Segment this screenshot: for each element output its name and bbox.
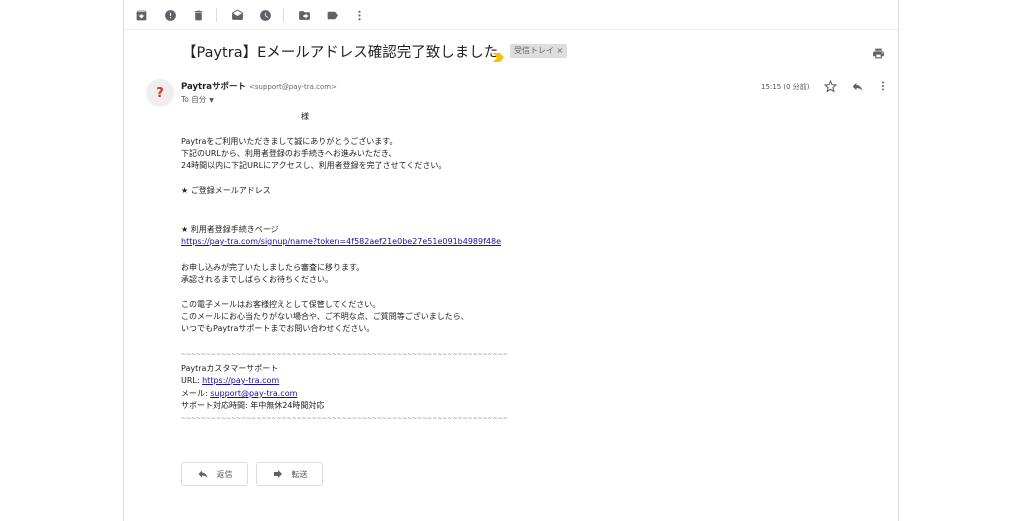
archive-icon[interactable] (131, 5, 151, 25)
sender-avatar[interactable]: ? (146, 79, 174, 107)
avatar-letter: ? (156, 85, 164, 101)
signature-mail-link[interactable]: support@pay-tra.com (210, 389, 297, 398)
signature-mail-label: メール: (181, 389, 211, 398)
forward-icon (273, 470, 282, 478)
signup-link[interactable]: https://pay-tra.com/signup/name?token=4f… (181, 236, 501, 248)
body-line: お申し込みが完了いたしましたら審査に移ります。 (181, 263, 365, 272)
chevron-down-icon[interactable]: ▼ (209, 97, 214, 104)
move-to-icon[interactable] (294, 5, 314, 25)
more-vert-icon[interactable] (875, 78, 891, 94)
snooze-icon[interactable] (255, 5, 275, 25)
email-heading: ★ ご登録メールアドレス (181, 186, 271, 195)
forward-button-label: 転送 (291, 469, 308, 479)
body-line: 承認されるまでしばらくお待ちください。 (181, 275, 333, 284)
subject-row: 【Paytra】Eメールアドレス確認完了致しました 受信トレイ × (124, 40, 898, 64)
body-line: いつでもPaytraサポートまでお問い合わせください。 (181, 324, 375, 333)
toolbar-divider (283, 8, 284, 22)
message-toolbar (124, 0, 898, 30)
importance-marker-icon[interactable] (493, 47, 504, 66)
reply-icon (198, 470, 207, 478)
label-icon[interactable] (322, 5, 342, 25)
sender-line: Paytraサポート <support@pay-tra.com> (181, 80, 337, 92)
signature-url-line: URL: https://pay-tra.com (181, 375, 279, 387)
signature-url-label: URL: (181, 376, 203, 385)
recipient-label: To 自分 (181, 95, 207, 104)
message-time: 15:15 (0 分前) (761, 83, 810, 91)
body-line: Paytraをご利用いただきまして誠にありがとうございます。 (181, 137, 398, 146)
star-icon[interactable] (822, 78, 838, 94)
signature-mail-line: メール: support@pay-tra.com (181, 388, 297, 400)
delete-icon[interactable] (188, 5, 208, 25)
reply-button-label: 返信 (216, 469, 233, 479)
message-subject: 【Paytra】Eメールアドレス確認完了致しました (182, 45, 499, 61)
forward-button[interactable]: 転送 (256, 462, 323, 486)
sender-email: <support@pay-tra.com> (249, 83, 337, 91)
reply-button[interactable]: 返信 (181, 462, 248, 486)
toolbar-divider (216, 8, 217, 22)
body-line: 24時間以内に下記URLにアクセスし、利用者登録を完了させてください。 (181, 161, 447, 170)
mark-unread-icon[interactable] (227, 5, 247, 25)
message-view: 【Paytra】Eメールアドレス確認完了致しました 受信トレイ × ? Payt… (123, 0, 899, 521)
signature-url-link[interactable]: https://pay-tra.com (202, 376, 279, 385)
salutation: 様 (301, 112, 309, 121)
reply-icon[interactable] (849, 78, 865, 94)
print-icon[interactable] (872, 45, 885, 64)
recipient-line[interactable]: To 自分 ▼ (181, 94, 214, 105)
body-line: この電子メールはお客様控えとして保管してください。 (181, 300, 381, 309)
more-vert-icon[interactable] (349, 5, 369, 25)
sender-name[interactable]: Paytraサポート (181, 82, 246, 92)
body-line: 下記のURLから、利用者登録のお手続きへお進みいただき、 (181, 149, 397, 158)
signature-name: Paytraカスタマーサポート (181, 364, 279, 373)
inbox-label-chip[interactable]: 受信トレイ × (510, 44, 568, 58)
report-spam-icon[interactable] (160, 5, 180, 25)
signature-divider: ~~~~~~~~~~~~~~~~~~~~~~~~~~~~~~~~~~~~~~~~… (181, 415, 508, 422)
signature-divider: ~~~~~~~~~~~~~~~~~~~~~~~~~~~~~~~~~~~~~~~~… (181, 351, 508, 358)
signup-heading: ★ 利用者登録手続きページ (181, 225, 279, 234)
signature-hours: サポート対応時間: 年中無休24時間対応 (181, 401, 325, 410)
body-line: このメールにお心当たりがない場合や、ご不明な点、ご質問等ございましたら、 (181, 312, 469, 321)
